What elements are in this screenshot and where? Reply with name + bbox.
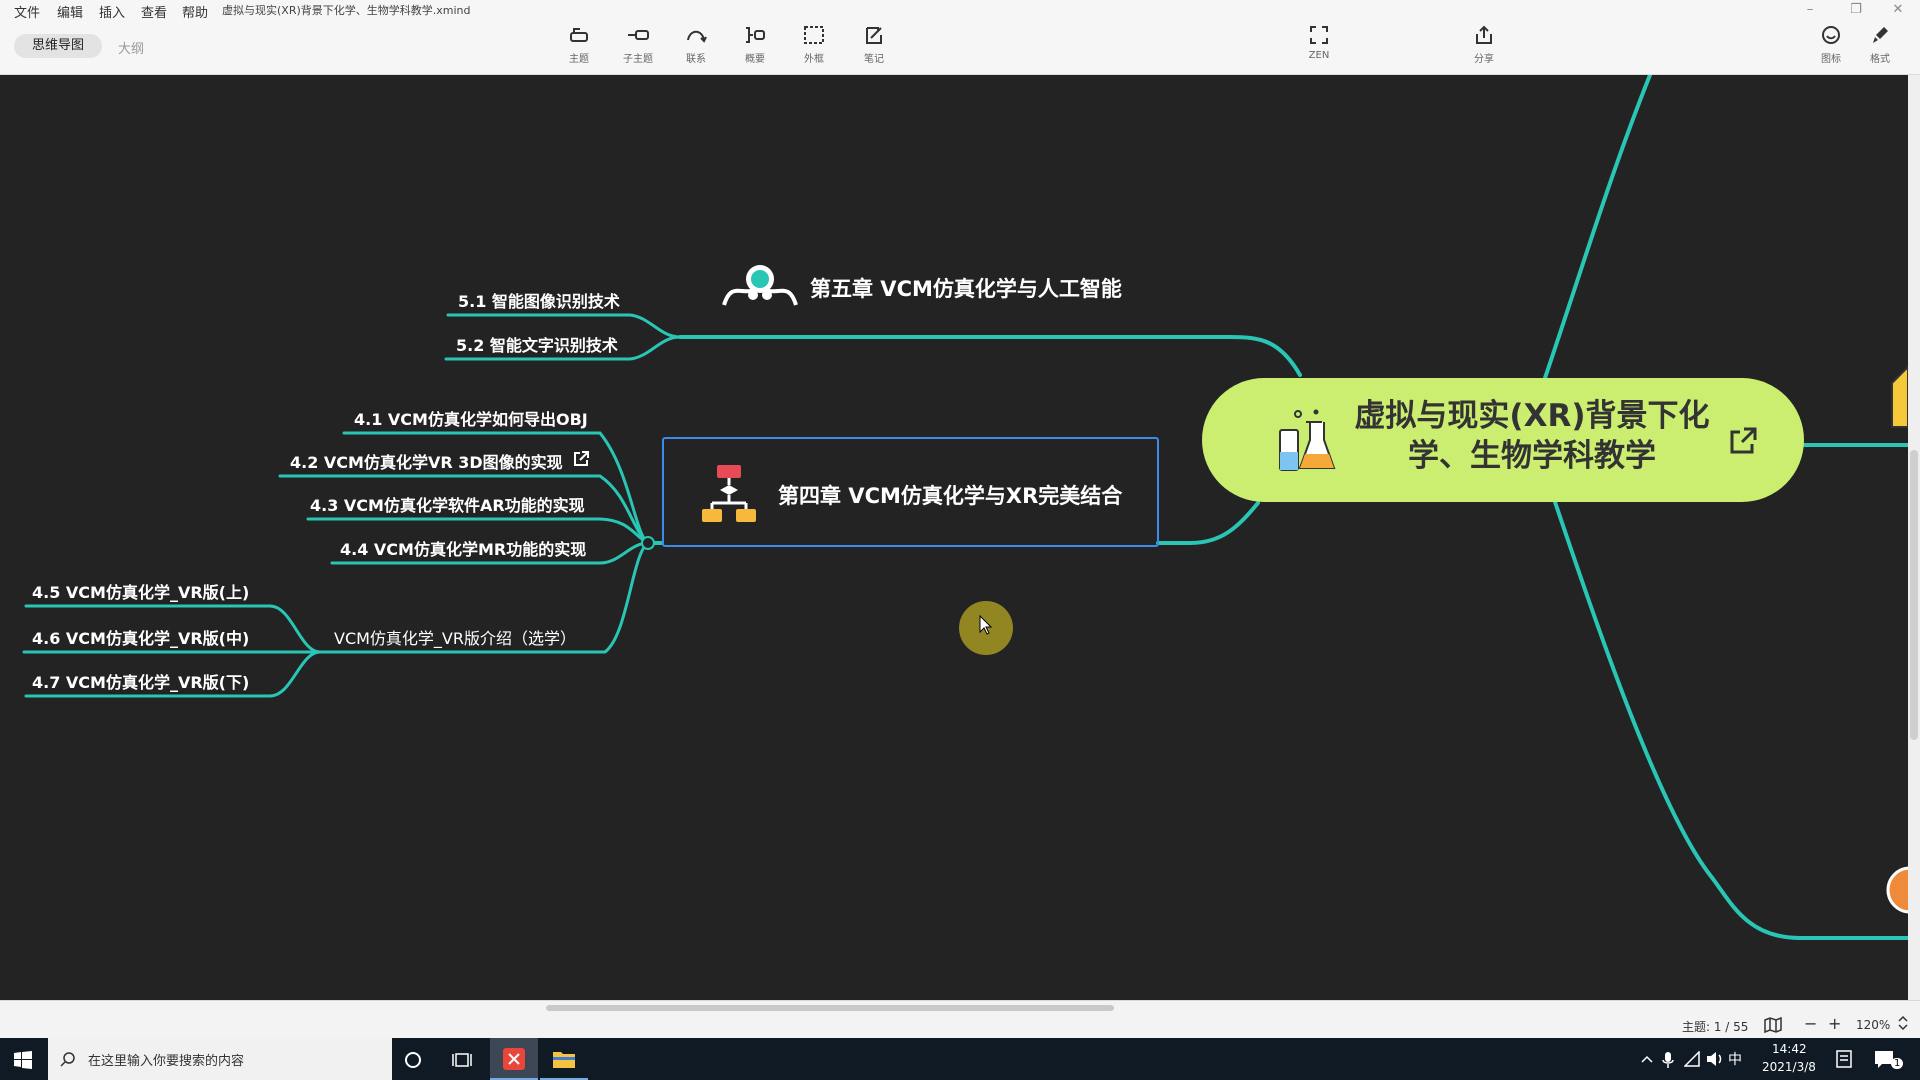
status-bar: 主题: 1 / 55 − + 120%	[0, 1000, 1920, 1039]
note-tool-label: 笔记	[864, 54, 884, 65]
windows-taskbar: 在这里输入你要搜索的内容 中 14:42 2021/3/8 1	[0, 1038, 1920, 1080]
top-toolbar: 文件 编辑 插入 查看 帮助 虚拟与现实(XR)背景下化学、生物学科教学.xmi…	[0, 0, 1920, 75]
share-button[interactable]: 分享	[1460, 24, 1508, 68]
mindmap-view-tab[interactable]: 思维导图	[14, 34, 102, 58]
zoom-stepper-icon[interactable]	[1898, 1015, 1908, 1031]
ime-indicator[interactable]: 中	[1728, 1049, 1742, 1069]
note-tool-button[interactable]: 笔记	[850, 24, 898, 68]
lab-flask-icon	[1279, 409, 1336, 471]
horizontal-scroll-thumb[interactable]	[546, 1005, 1114, 1011]
subtopic-4-5[interactable]: 4.5 VCM仿真化学_VR版(上)	[32, 579, 249, 603]
close-button[interactable]: ✕	[1888, 0, 1908, 20]
zoom-in-button[interactable]: +	[1828, 1014, 1841, 1033]
taskbar-xmind-app[interactable]	[490, 1038, 538, 1080]
boundary-icon	[804, 26, 824, 44]
zoom-out-button[interactable]: −	[1804, 1014, 1817, 1033]
search-placeholder: 在这里输入你要搜索的内容	[88, 1054, 245, 1069]
clock-time[interactable]: 14:42	[1772, 1042, 1807, 1056]
search-icon	[60, 1052, 75, 1067]
icon-panel-button[interactable]: 图标	[1807, 24, 1855, 68]
subtopic-tool-button[interactable]: 子主题	[614, 24, 662, 68]
menu-view[interactable]: 查看	[141, 2, 167, 21]
external-link-icon[interactable]	[1728, 426, 1758, 456]
topic-count: 主题: 1 / 55	[1682, 1020, 1749, 1034]
windows-start-icon[interactable]	[14, 1051, 32, 1069]
topic-tool-button[interactable]: 主题	[555, 24, 603, 68]
relationship-icon	[687, 30, 707, 43]
subtopic-4-4[interactable]: 4.4 VCM仿真化学MR功能的实现	[340, 536, 586, 560]
xmind-x-icon	[508, 1053, 520, 1065]
robot-icon	[722, 265, 798, 306]
fullscreen-icon	[1310, 26, 1328, 44]
outline-view-tab[interactable]: 大纲	[118, 38, 144, 57]
summary-tool-button[interactable]: 概要	[731, 24, 779, 68]
smiley-icon	[1822, 26, 1840, 44]
relationship-tool-button[interactable]: 联系	[672, 24, 720, 68]
subtopic-4-7[interactable]: 4.7 VCM仿真化学_VR版(下)	[32, 669, 249, 693]
subtopic-5-2[interactable]: 5.2 智能文字识别技术	[456, 332, 618, 356]
cortana-icon[interactable]	[404, 1051, 422, 1069]
chevron-up-icon[interactable]	[1640, 1053, 1654, 1065]
external-link-icon[interactable]	[572, 450, 590, 468]
menu-insert[interactable]: 插入	[99, 2, 125, 21]
vertical-scroll-thumb[interactable]	[1910, 450, 1918, 740]
subtopic-4-2[interactable]: 4.2 VCM仿真化学VR 3D图像的实现	[290, 449, 563, 473]
notes-icon[interactable]	[1836, 1050, 1852, 1068]
central-topic[interactable]: 虚拟与现实(XR)背景下化学、生物学科教学	[1202, 378, 1804, 502]
taskbar-explorer-app[interactable]	[540, 1038, 588, 1080]
minimize-button[interactable]: –	[1800, 0, 1820, 20]
microphone-icon[interactable]	[1662, 1051, 1674, 1069]
boundary-tool-button[interactable]: 外框	[790, 24, 838, 68]
icon-panel-label: 图标	[1821, 54, 1841, 65]
summary-icon	[746, 27, 765, 43]
chapter5-topic[interactable]: 第五章 VCM仿真化学与人工智能	[810, 273, 1122, 303]
format-panel-button[interactable]: 格式	[1856, 24, 1904, 68]
zen-mode-button[interactable]: ZEN	[1295, 24, 1343, 68]
mouse-pointer-icon	[979, 615, 993, 635]
org-chart-icon	[702, 465, 756, 522]
subtopic-4-3[interactable]: 4.3 VCM仿真化学软件AR功能的实现	[310, 492, 585, 516]
notification-badge: 1	[1891, 1058, 1904, 1069]
task-view-icon[interactable]	[452, 1051, 472, 1069]
subtopic-icon	[628, 30, 649, 40]
network-icon[interactable]	[1684, 1051, 1702, 1067]
vr-group-topic[interactable]: VCM仿真化学_VR版介绍（选学）	[334, 625, 576, 649]
format-panel-label: 格式	[1870, 54, 1890, 65]
zen-label: ZEN	[1308, 50, 1330, 61]
folder-icon	[553, 1052, 575, 1068]
subtopic-5-1[interactable]: 5.1 智能图像识别技术	[458, 288, 620, 312]
taskbar-search-box[interactable]: 在这里输入你要搜索的内容	[48, 1038, 392, 1080]
zoom-level[interactable]: 120%	[1856, 1018, 1890, 1032]
note-icon	[866, 27, 882, 44]
document-title: 虚拟与现实(XR)背景下化学、生物学科教学.xmind	[222, 4, 471, 17]
clock-date[interactable]: 2021/3/8	[1762, 1060, 1816, 1074]
menu-edit[interactable]: 编辑	[57, 2, 83, 21]
topic-tool-label: 主题	[569, 54, 589, 65]
mindmap-canvas[interactable]: 第五章 VCM仿真化学与人工智能 5.1 智能图像识别技术 5.2 智能文字识别…	[0, 75, 1908, 1000]
boundary-tool-label: 外框	[804, 54, 824, 65]
volume-icon[interactable]	[1706, 1051, 1724, 1067]
subtopic-4-6[interactable]: 4.6 VCM仿真化学_VR版(中)	[32, 625, 249, 649]
subtopic-tool-label: 子主题	[623, 54, 653, 65]
topic-icon	[570, 28, 588, 42]
summary-tool-label: 概要	[745, 54, 765, 65]
brush-icon	[1873, 27, 1888, 43]
partial-node-icon	[1891, 365, 1908, 428]
chapter4-topic[interactable]: 第四章 VCM仿真化学与XR完美结合	[778, 480, 1122, 510]
share-label: 分享	[1474, 54, 1494, 65]
relationship-tool-label: 联系	[686, 54, 706, 65]
basketball-icon	[1886, 866, 1908, 914]
menu-help[interactable]: 帮助	[182, 2, 208, 21]
menu-file[interactable]: 文件	[14, 2, 40, 21]
map-icon[interactable]	[1764, 1017, 1782, 1033]
central-topic-title: 虚拟与现实(XR)背景下化学、生物学科教学	[1354, 398, 1710, 474]
subtopic-4-1[interactable]: 4.1 VCM仿真化学如何导出OBJ	[354, 406, 588, 430]
share-icon	[1476, 25, 1492, 44]
restore-button[interactable]: ❐	[1846, 0, 1866, 20]
